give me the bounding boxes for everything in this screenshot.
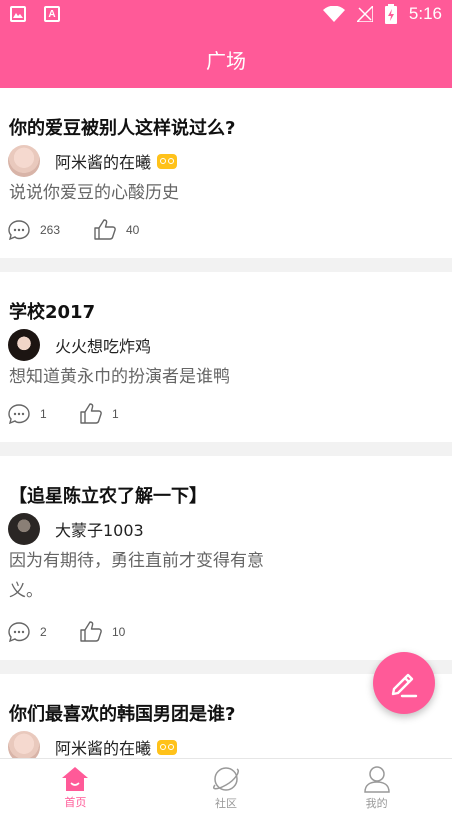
page-title: 广场 — [206, 48, 246, 73]
like-icon[interactable] — [80, 621, 102, 642]
author-name: 阿米酱的在曦 — [55, 739, 152, 758]
tab-profile[interactable]: 我的 — [301, 759, 452, 816]
tab-home[interactable]: 首页 — [0, 759, 151, 816]
author-name: 大蒙子1003 — [55, 521, 144, 540]
post-title[interactable]: 【追星陈立农了解一下】 — [9, 482, 207, 508]
signal-off-icon — [356, 6, 373, 22]
notification-image-icon — [10, 6, 26, 22]
clock: 5:16 — [408, 4, 442, 23]
post-author[interactable]: 阿米酱的在曦 — [55, 149, 178, 173]
post-title[interactable]: 你的爱豆被别人这样说过么? — [9, 114, 235, 140]
post-card[interactable]: 【追星陈立农了解一下】 大蒙子1003 因为有期待，勇往直前才变得有意义。 2 … — [0, 456, 452, 660]
comment-count: 1 — [40, 406, 47, 421]
like-count: 1 — [112, 406, 119, 421]
tab-community[interactable]: 社区 — [151, 759, 302, 816]
app-bar: 广场 — [0, 30, 452, 88]
post-card[interactable]: 你的爱豆被别人这样说过么? 阿米酱的在曦 说说你爱豆的心酸历史 263 40 — [0, 88, 452, 258]
tab-label: 社区 — [215, 796, 237, 810]
post-author[interactable]: 大蒙子1003 — [55, 517, 144, 541]
pencil-icon — [391, 673, 418, 698]
post-stats: 263 40 — [8, 219, 139, 240]
notification-text-icon: A — [44, 6, 60, 22]
like-count: 10 — [112, 624, 126, 639]
author-name: 阿米酱的在曦 — [55, 153, 152, 172]
avatar[interactable] — [8, 513, 40, 545]
post-description: 说说你爱豆的心酸历史 — [9, 183, 179, 203]
comment-icon[interactable] — [8, 219, 30, 240]
avatar[interactable] — [8, 329, 40, 361]
post-card[interactable]: 学校2017 火火想吃炸鸡 想知道黄永巾的扮演者是谁鸭 1 1 — [0, 272, 452, 442]
comment-icon[interactable] — [8, 621, 30, 642]
post-stats: 1 1 — [8, 403, 119, 424]
comment-count: 2 — [40, 624, 47, 639]
status-bar: A 5:16 — [0, 0, 452, 30]
like-icon[interactable] — [94, 219, 116, 240]
post-description: 因为有期待，勇往直前才变得有意义。 — [9, 551, 264, 601]
post-title[interactable]: 学校2017 — [9, 298, 95, 324]
bottom-tab-bar: 首页 社区 我的 — [0, 758, 452, 816]
vip-badge-icon — [157, 153, 178, 169]
author-name: 火火想吃炸鸡 — [55, 337, 152, 356]
tab-label: 我的 — [365, 796, 388, 810]
post-stats: 2 10 — [8, 621, 125, 642]
tab-label: 首页 — [64, 795, 87, 809]
battery-charging-icon — [384, 4, 397, 24]
comment-count: 263 — [40, 222, 61, 237]
post-author[interactable]: 阿米酱的在曦 — [55, 735, 178, 758]
post-description: 想知道黄永巾的扮演者是谁鸭 — [9, 367, 230, 387]
compose-post-button[interactable] — [373, 652, 435, 714]
vip-badge-icon — [157, 739, 178, 755]
like-icon[interactable] — [80, 403, 102, 424]
comment-icon[interactable] — [8, 403, 30, 424]
user-icon — [363, 765, 390, 793]
planet-icon — [213, 766, 239, 791]
post-title[interactable]: 你们最喜欢的韩国男团是谁? — [9, 700, 235, 726]
like-count: 40 — [126, 222, 140, 237]
avatar[interactable] — [8, 731, 40, 758]
home-icon — [62, 766, 89, 791]
avatar[interactable] — [8, 145, 40, 177]
post-author[interactable]: 火火想吃炸鸡 — [55, 333, 151, 357]
wifi-icon — [322, 6, 345, 22]
